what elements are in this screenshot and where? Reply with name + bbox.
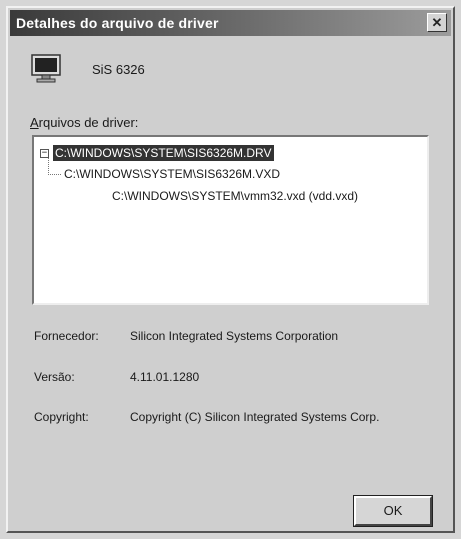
tree-node-root[interactable]: − C:\WINDOWS\SYSTEM\SIS6326M.DRV [40, 145, 274, 161]
provider-value: Silicon Integrated Systems Corporation [130, 329, 339, 343]
tree-node-child[interactable]: C:\WINDOWS\SYSTEM\SIS6326M.VXD [64, 167, 280, 181]
tree-node-child-label[interactable]: C:\WINDOWS\SYSTEM\SIS6326M.VXD [64, 167, 280, 181]
title-bar[interactable]: Detalhes do arquivo de driver ✕ [10, 10, 451, 36]
version-row: Versão: 4.11.01.1280 [34, 370, 199, 384]
provider-row: Fornecedor: Silicon Integrated Systems C… [34, 329, 338, 343]
tree-node-leaf-label[interactable]: C:\WINDOWS\SYSTEM\vmm32.vxd (vdd.vxd) [112, 189, 358, 203]
version-value: 4.11.01.1280 [130, 370, 200, 384]
tree-node-leaf[interactable]: C:\WINDOWS\SYSTEM\vmm32.vxd (vdd.vxd) [112, 189, 358, 203]
device-name: SiS 6326 [92, 61, 145, 77]
driver-files-label-text: rquivos de driver: [38, 115, 139, 130]
provider-label: Fornecedor: [34, 329, 99, 343]
tree-node-root-label[interactable]: C:\WINDOWS\SYSTEM\SIS6326M.DRV [53, 145, 274, 161]
ok-button[interactable]: OK [353, 495, 433, 527]
driver-details-dialog: Detalhes do arquivo de driver ✕ SiS 6326… [6, 6, 455, 533]
close-button[interactable]: ✕ [427, 13, 447, 32]
copyright-label: Copyright: [34, 410, 89, 424]
monitor-icon [30, 54, 62, 84]
collapse-icon[interactable]: − [40, 148, 49, 158]
driver-files-tree[interactable]: − C:\WINDOWS\SYSTEM\SIS6326M.DRV C:\WIND… [32, 135, 429, 305]
tree-connector-line [48, 158, 61, 175]
copyright-value: Copyright (C) Silicon Integrated Systems… [130, 410, 380, 424]
version-label: Versão: [34, 370, 75, 384]
dialog-title: Detalhes do arquivo de driver [16, 15, 219, 31]
copyright-row: Copyright: Copyright (C) Silicon Integra… [34, 410, 379, 424]
device-header: SiS 6326 [30, 54, 145, 84]
accelerator-key: A [30, 115, 39, 130]
driver-files-label: Arquivos de driver: [30, 115, 138, 130]
